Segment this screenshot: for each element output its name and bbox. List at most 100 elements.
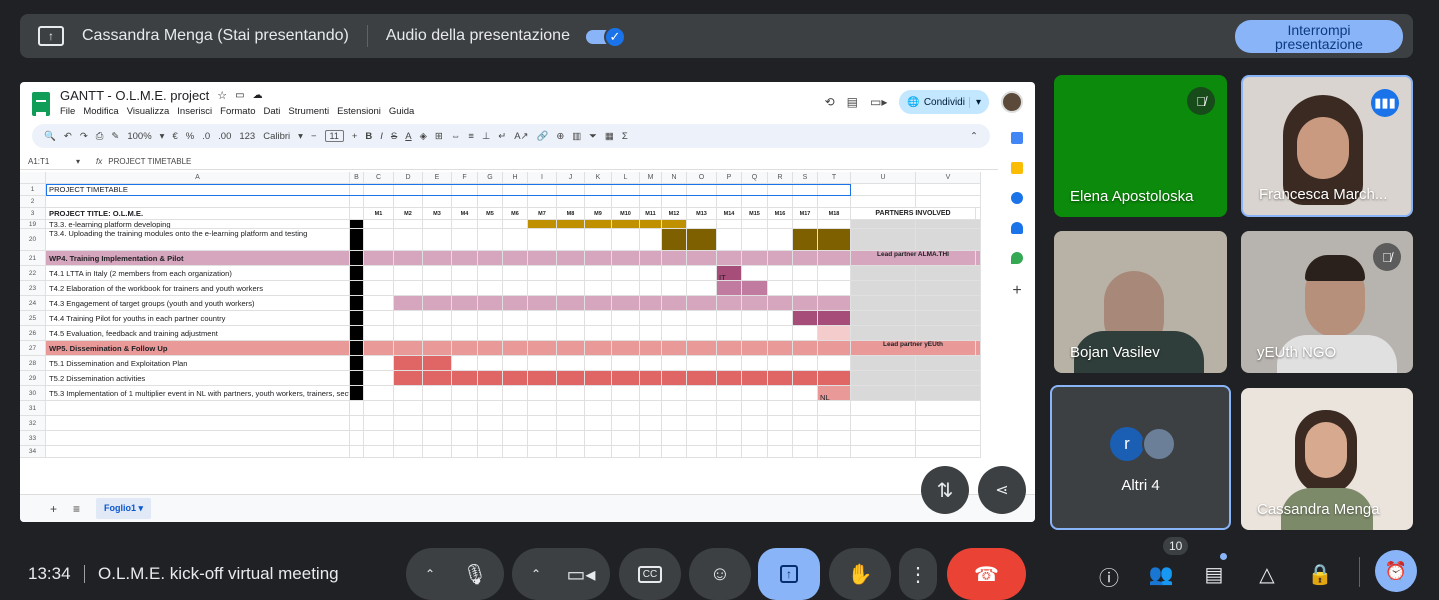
grid-cell[interactable] — [364, 371, 394, 386]
row-header[interactable]: 34 — [20, 446, 46, 458]
grid-cell[interactable] — [394, 416, 423, 431]
grid-cell[interactable] — [768, 446, 793, 458]
column-header[interactable]: E — [423, 172, 452, 184]
grid-cell[interactable] — [478, 184, 503, 196]
column-header[interactable]: H — [503, 172, 528, 184]
history-icon[interactable]: ⟲ — [825, 95, 835, 109]
grid-cell[interactable] — [557, 266, 585, 281]
grid-cell[interactable] — [687, 371, 717, 386]
filter-views-icon[interactable]: ▦ — [605, 131, 614, 142]
grid-cell[interactable] — [478, 311, 503, 326]
grid-cell[interactable] — [687, 296, 717, 311]
grid-cell[interactable] — [585, 401, 612, 416]
spreadsheet-grid[interactable]: A B C D E F G H I J K L M N O P Q R S T U V 1 PROJECT TIMETABLE… — [20, 172, 998, 492]
grid-cell[interactable] — [612, 431, 640, 446]
column-header[interactable]: B — [350, 172, 364, 184]
grid-cell[interactable] — [851, 401, 916, 416]
grid-cell[interactable] — [394, 220, 423, 229]
grid-cell[interactable] — [742, 356, 768, 371]
grid-cell[interactable] — [585, 296, 612, 311]
grid-cell[interactable] — [687, 386, 717, 401]
grid-cell[interactable]: PARTNERS INVOLVED — [851, 208, 976, 220]
grid-cell[interactable] — [503, 184, 528, 196]
grid-cell[interactable] — [612, 326, 640, 341]
grid-cell[interactable] — [640, 251, 662, 266]
more-options-button[interactable]: ⋮ — [899, 548, 937, 600]
grid-cell[interactable] — [364, 386, 394, 401]
grid-cell[interactable] — [423, 431, 452, 446]
grid-cell[interactable] — [717, 296, 742, 311]
calendar-icon[interactable] — [1011, 132, 1023, 144]
grid-cell[interactable] — [851, 229, 916, 251]
increase-decimal-button[interactable]: .00 — [218, 131, 231, 142]
grid-cell[interactable] — [478, 446, 503, 458]
grid-cell[interactable] — [452, 266, 478, 281]
grid-cell[interactable] — [478, 326, 503, 341]
grid-cell[interactable] — [768, 386, 793, 401]
grid-cell[interactable] — [916, 401, 981, 416]
column-header[interactable]: A — [46, 172, 350, 184]
grid-cell[interactable] — [818, 296, 851, 311]
menu-item[interactable]: Dati — [264, 106, 281, 117]
grid-cell[interactable] — [528, 341, 557, 356]
grid-cell[interactable] — [557, 341, 585, 356]
grid-cell[interactable] — [687, 401, 717, 416]
grid-cell[interactable] — [557, 184, 585, 196]
share-button[interactable]: 🌐 Condividi ▾ — [899, 90, 989, 114]
grid-cell[interactable] — [742, 184, 768, 196]
grid-cell[interactable] — [687, 229, 717, 251]
grid-cell[interactable] — [585, 431, 612, 446]
grid-cell[interactable] — [662, 431, 687, 446]
grid-cell[interactable] — [503, 356, 528, 371]
presentation-audio-toggle[interactable]: ✓ — [585, 26, 626, 48]
column-header[interactable]: K — [585, 172, 612, 184]
grid-cell[interactable] — [742, 326, 768, 341]
grid-cell[interactable] — [557, 220, 585, 229]
grid-cell[interactable] — [662, 386, 687, 401]
grid-cell[interactable] — [851, 296, 916, 311]
grid-cell[interactable]: M3 — [423, 208, 452, 220]
grid-cell[interactable] — [768, 184, 793, 196]
cell-task[interactable]: T3.3. e-learning platform developing — [46, 220, 350, 229]
grid-cell[interactable] — [528, 220, 557, 229]
grid-cell[interactable] — [662, 220, 687, 229]
menu-item[interactable]: Estensioni — [337, 106, 381, 117]
grid-cell[interactable] — [528, 326, 557, 341]
grid-cell[interactable] — [916, 229, 981, 251]
grid-cell[interactable] — [364, 311, 394, 326]
cell-task[interactable]: T4.2 Elaboration of the workbook for tra… — [46, 281, 350, 296]
grid-cell[interactable] — [423, 184, 452, 196]
grid-cell[interactable] — [557, 296, 585, 311]
grid-cell[interactable] — [423, 296, 452, 311]
grid-cell[interactable] — [662, 341, 687, 356]
grid-cell[interactable] — [585, 386, 612, 401]
grid-cell[interactable] — [585, 184, 612, 196]
people-icon[interactable]: 👥 — [1148, 562, 1174, 587]
grid-cell[interactable] — [528, 356, 557, 371]
grid-cell[interactable] — [662, 326, 687, 341]
grid-cell[interactable] — [742, 220, 768, 229]
collapse-toolbar-icon[interactable]: ⌃ — [970, 131, 978, 142]
grid-cell[interactable] — [916, 311, 981, 326]
grid-cell[interactable] — [793, 296, 818, 311]
grid-cell[interactable] — [612, 229, 640, 251]
grid-cell[interactable] — [818, 341, 851, 356]
grid-cell[interactable]: M15 — [742, 208, 768, 220]
row-header[interactable]: 21 — [20, 251, 46, 266]
grid-cell[interactable] — [662, 229, 687, 251]
chart-icon[interactable]: ▥ — [572, 131, 581, 142]
grid-cell[interactable] — [350, 386, 364, 401]
grid-cell[interactable] — [768, 356, 793, 371]
grid-cell[interactable] — [818, 401, 851, 416]
grid-cell[interactable] — [640, 341, 662, 356]
grid-cell[interactable] — [818, 446, 851, 458]
grid-cell[interactable] — [503, 196, 528, 208]
menu-item[interactable]: Inserisci — [177, 106, 212, 117]
video-settings-chevron-icon[interactable]: ⌃ — [516, 567, 556, 581]
grid-cell[interactable] — [585, 196, 612, 208]
grid-cell[interactable] — [851, 196, 916, 208]
column-header[interactable]: R — [768, 172, 793, 184]
grid-cell[interactable] — [394, 401, 423, 416]
column-header[interactable]: P — [717, 172, 742, 184]
grid-cell[interactable] — [717, 251, 742, 266]
